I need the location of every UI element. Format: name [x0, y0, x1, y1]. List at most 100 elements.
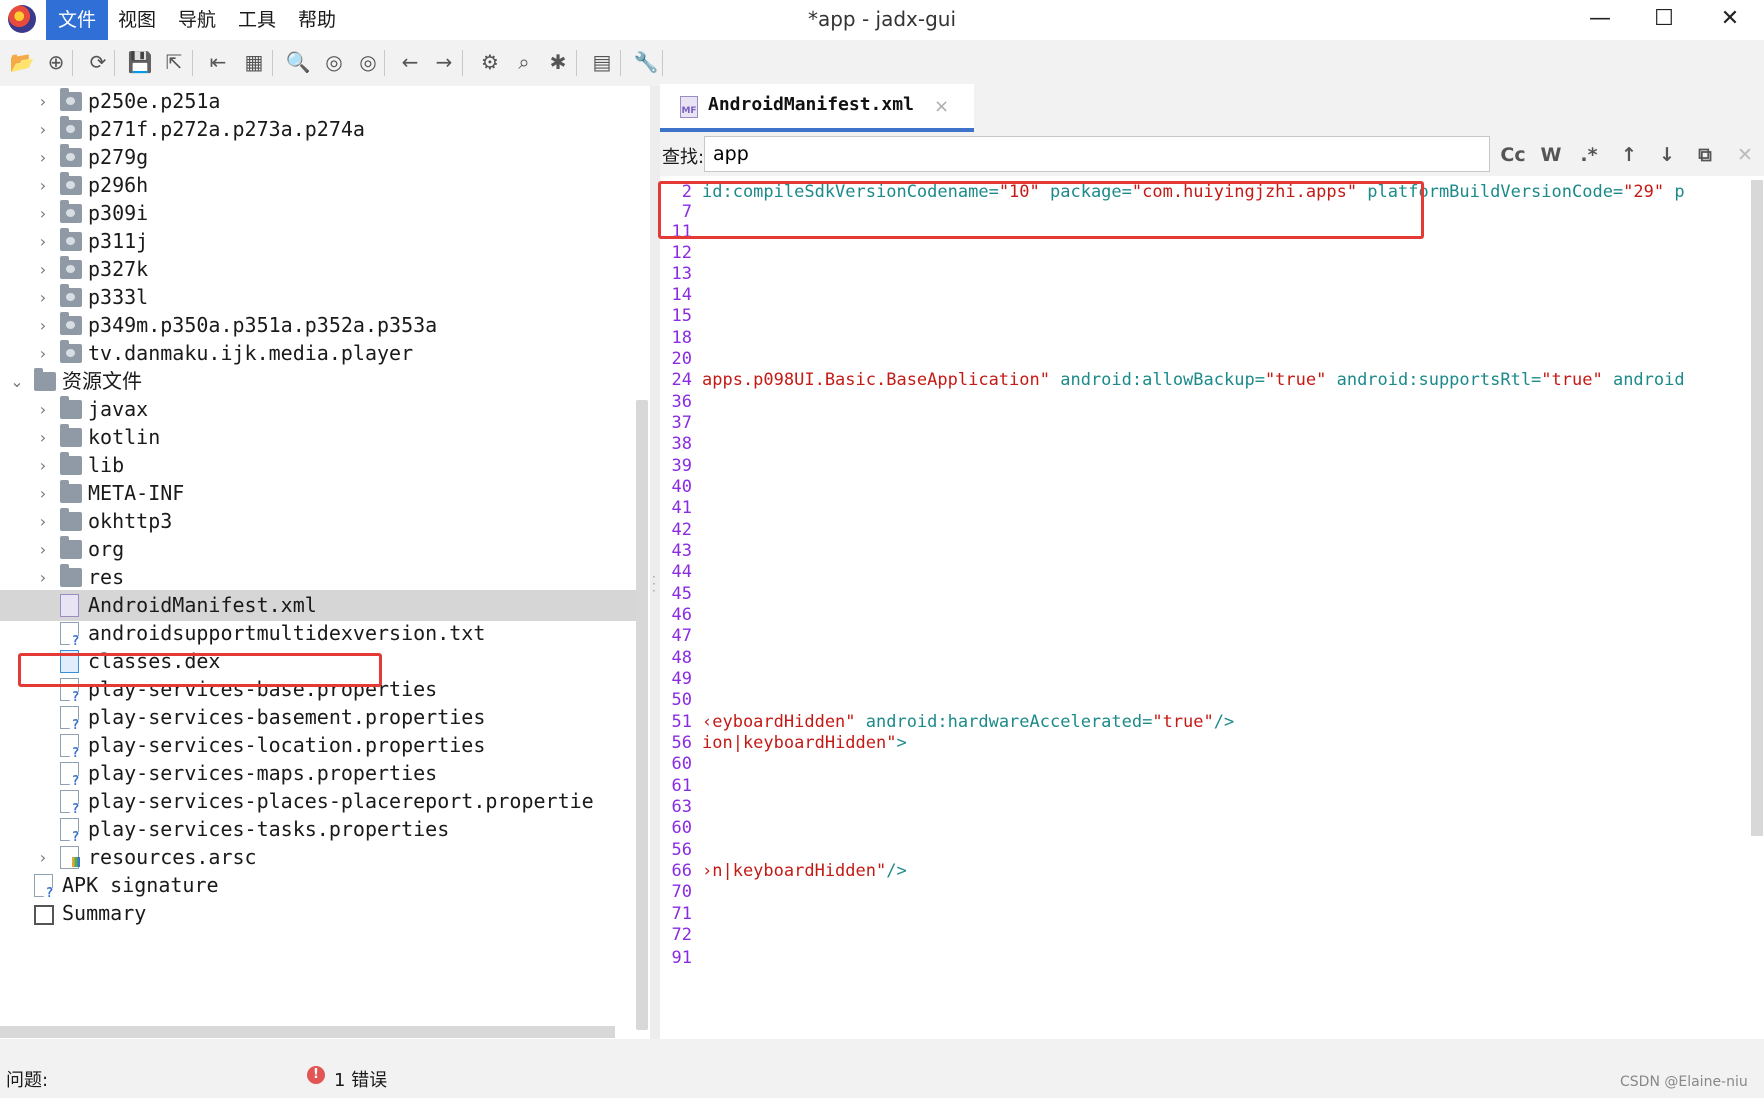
code-line[interactable]: 15	[660, 304, 702, 328]
open-file-icon[interactable]: 📂	[6, 46, 38, 78]
code-line[interactable]: 47	[660, 624, 702, 648]
tree-item[interactable]: play-services-tasks.properties	[0, 814, 636, 845]
chevron-right-icon[interactable]: ›	[34, 478, 52, 509]
find-next-button[interactable]: ↓	[1650, 138, 1684, 172]
tree-item[interactable]: › p271f.p272a.p273a.p274a	[0, 114, 636, 145]
code-line[interactable]: 44	[660, 560, 702, 584]
tree-item[interactable]: › p311j	[0, 226, 636, 257]
save-all-icon[interactable]: 💾	[124, 46, 156, 78]
tree-item[interactable]: AndroidManifest.xml	[0, 590, 636, 621]
chevron-right-icon[interactable]: ›	[34, 86, 52, 117]
chevron-right-icon[interactable]: ›	[34, 842, 52, 873]
reload-icon[interactable]: ⟳	[82, 46, 114, 78]
code-line[interactable]: 60	[660, 752, 702, 776]
tree-item[interactable]: play-services-location.properties	[0, 730, 636, 761]
debug-icon[interactable]: ✱	[542, 46, 574, 78]
project-tree[interactable]: › p250e.p251a › p271f.p272a.p273a.p274a › p27…	[0, 86, 650, 1039]
tree-item[interactable]: › lib	[0, 450, 636, 481]
code-line[interactable]: 60	[660, 816, 702, 840]
menu-navigation[interactable]: 导航	[166, 0, 228, 40]
log-icon[interactable]: ▤	[586, 46, 618, 78]
tree-item[interactable]: › p296h	[0, 170, 636, 201]
tree-item[interactable]: › org	[0, 534, 636, 565]
tab-label[interactable]: AndroidManifest.xml	[708, 94, 914, 115]
tree-item[interactable]: androidsupportmultidexversion.txt	[0, 618, 636, 649]
search-input[interactable]	[704, 136, 1490, 172]
tree-item[interactable]: play-services-maps.properties	[0, 758, 636, 789]
tree-vertical-scrollbar[interactable]	[636, 400, 648, 1030]
search-icon[interactable]: 🔍	[282, 46, 314, 78]
splitter-grip-icon[interactable]: · · ·	[652, 571, 658, 597]
forward-icon[interactable]: →	[428, 46, 460, 78]
code-line[interactable]: 50	[660, 688, 702, 712]
tree-item[interactable]: Summary	[0, 898, 636, 929]
chevron-right-icon[interactable]: ›	[34, 198, 52, 229]
close-window-button[interactable]: ✕	[1700, 0, 1760, 40]
whole-word-button[interactable]: W	[1534, 138, 1568, 172]
error-icon[interactable]: !	[307, 1066, 325, 1084]
tree-item[interactable]: › okhttp3	[0, 506, 636, 537]
tree-item[interactable]: APK signature	[0, 870, 636, 901]
tree-item[interactable]: › p333l	[0, 282, 636, 313]
editor-vertical-scrollbar[interactable]	[1751, 180, 1763, 836]
chevron-right-icon[interactable]: ›	[34, 226, 52, 257]
chevron-right-icon[interactable]: ›	[34, 562, 52, 593]
deobfuscation-icon[interactable]: ⚙	[474, 46, 506, 78]
chevron-right-icon[interactable]: ›	[34, 534, 52, 565]
code-line[interactable]: 24 apps.p098UI.Basic.BaseApplication" and…	[660, 368, 1685, 392]
tree-item[interactable]: › p327k	[0, 254, 636, 285]
preferences-icon[interactable]: 🔧	[630, 46, 662, 78]
chevron-right-icon[interactable]: ›	[34, 170, 52, 201]
menu-help[interactable]: 帮助	[286, 0, 348, 40]
code-line[interactable]: 91	[660, 946, 702, 970]
chevron-down-icon[interactable]: ⌄	[8, 366, 26, 397]
tab-close-icon[interactable]: ×	[934, 96, 949, 117]
tree-item[interactable]: › tv.danmaku.ijk.media.player	[0, 338, 636, 369]
tree-item[interactable]: › javax	[0, 394, 636, 425]
flatten-packages-icon[interactable]: ▦	[238, 46, 270, 78]
chevron-right-icon[interactable]: ›	[34, 282, 52, 313]
tree-item[interactable]: › META-INF	[0, 478, 636, 509]
code-line[interactable]: 38	[660, 432, 702, 456]
code-view[interactable]: 2 id:compileSdkVersionCodename="10" packa…	[660, 180, 1754, 1080]
tree-item[interactable]: › resources.arsc	[0, 842, 636, 873]
menu-view[interactable]: 视图	[106, 0, 168, 40]
code-line[interactable]: 41	[660, 496, 702, 520]
class-search-icon[interactable]: ◎	[318, 46, 350, 78]
chevron-right-icon[interactable]: ›	[34, 142, 52, 173]
mark-all-button[interactable]: ⧉	[1688, 138, 1722, 172]
tree-item[interactable]: › p250e.p251a	[0, 86, 636, 117]
usage-search-icon[interactable]: ◎	[352, 46, 384, 78]
tree-item[interactable]: › p279g	[0, 142, 636, 173]
chevron-right-icon[interactable]: ›	[34, 114, 52, 145]
tree-item[interactable]: ⌄ 资源文件	[0, 366, 636, 397]
sync-tree-icon[interactable]: ⇤	[202, 46, 234, 78]
chevron-right-icon[interactable]: ›	[34, 310, 52, 341]
maximize-button[interactable]: ☐	[1634, 0, 1694, 40]
menu-tools[interactable]: 工具	[226, 0, 288, 40]
chevron-right-icon[interactable]: ›	[34, 506, 52, 537]
back-icon[interactable]: ←	[394, 46, 426, 78]
find-previous-button[interactable]: ↑	[1612, 138, 1646, 172]
tree-item[interactable]: › p309i	[0, 198, 636, 229]
chevron-right-icon[interactable]: ›	[34, 254, 52, 285]
export-icon[interactable]: ⇱	[158, 46, 190, 78]
chevron-right-icon[interactable]: ›	[34, 422, 52, 453]
chevron-right-icon[interactable]: ›	[34, 338, 52, 369]
error-count[interactable]: 1 错误	[334, 1066, 387, 1092]
tree-item[interactable]: › p349m.p350a.p351a.p352a.p353a	[0, 310, 636, 341]
menu-file[interactable]: 文件	[46, 0, 109, 40]
tree-item[interactable]: play-services-places-placereport.propert…	[0, 786, 636, 817]
code-line[interactable]: 70	[660, 880, 702, 904]
tree-horizontal-scrollbar[interactable]	[0, 1026, 615, 1038]
match-case-button[interactable]: Cc	[1496, 138, 1530, 172]
add-files-icon[interactable]: ⊕	[40, 46, 72, 78]
chevron-right-icon[interactable]: ›	[34, 450, 52, 481]
chevron-right-icon[interactable]: ›	[34, 394, 52, 425]
quick-tab-icon[interactable]: ⌕	[508, 46, 540, 78]
regex-button[interactable]: .*	[1572, 138, 1606, 172]
tree-item[interactable]: play-services-basement.properties	[0, 702, 636, 733]
close-search-button[interactable]: ✕	[1728, 138, 1762, 172]
tree-item[interactable]: › kotlin	[0, 422, 636, 453]
tree-item[interactable]: › res	[0, 562, 636, 593]
